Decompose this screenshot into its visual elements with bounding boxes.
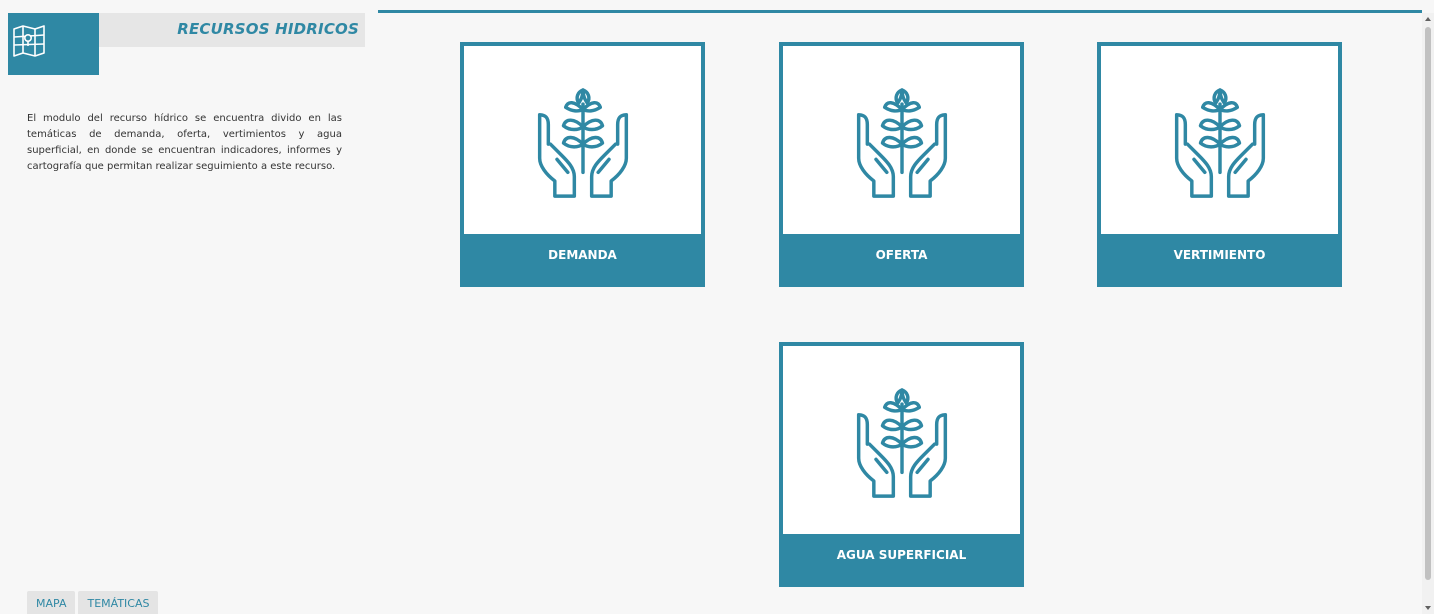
module-description: El modulo del recurso hídrico se encuent… (27, 113, 342, 172)
card-label: AGUA SUPERFICIAL (779, 534, 1024, 587)
map-icon (13, 25, 45, 57)
scroll-thumb[interactable] (1425, 27, 1431, 580)
page-title: RECURSOS HIDRICOS (177, 20, 359, 38)
card-agua-superficial[interactable]: AGUA SUPERFICIAL (779, 342, 1024, 587)
tab-mapa[interactable]: MAPA (27, 591, 76, 614)
bottom-tabs: MAPA TEMÁTICAS (27, 591, 159, 614)
logo (8, 13, 99, 75)
scrollbar[interactable] (1422, 13, 1434, 614)
card-label: OFERTA (779, 234, 1024, 287)
left-panel: RECURSOS HIDRICOS El modulo del recurso … (0, 0, 378, 614)
scroll-up-arrow-icon[interactable] (1425, 17, 1431, 21)
card-oferta[interactable]: OFERTA (779, 42, 1024, 287)
hands-plant-icon (783, 346, 1020, 538)
hands-plant-icon (783, 46, 1020, 238)
card-demanda[interactable]: DEMANDA (460, 42, 705, 287)
top-divider (378, 10, 1422, 13)
hands-plant-icon (1101, 46, 1338, 238)
card-vertimiento[interactable]: VERTIMIENTO (1097, 42, 1342, 287)
hands-plant-icon (464, 46, 701, 238)
card-label: DEMANDA (460, 234, 705, 287)
tab-tematicas[interactable]: TEMÁTICAS (78, 591, 159, 614)
scroll-down-arrow-icon[interactable] (1425, 606, 1431, 610)
card-label: VERTIMIENTO (1097, 234, 1342, 287)
